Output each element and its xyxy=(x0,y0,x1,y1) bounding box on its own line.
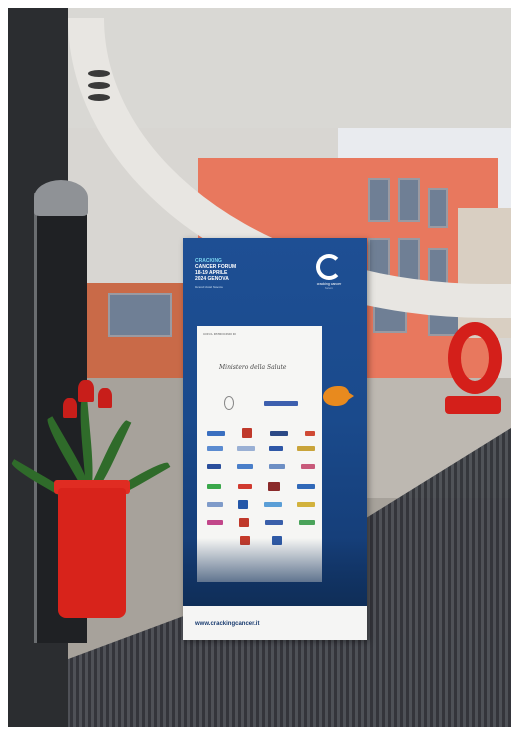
sponsor-row xyxy=(207,396,315,410)
sponsor-logo xyxy=(207,520,223,525)
sponsor-logo xyxy=(296,484,315,489)
sponsor-logo xyxy=(237,464,253,469)
flower-planter-icon xyxy=(9,368,171,502)
sponsor-logo xyxy=(242,428,253,438)
vent xyxy=(88,70,110,77)
sponsor-logo xyxy=(269,464,285,469)
sponsor-logo xyxy=(304,430,315,436)
window xyxy=(108,293,172,337)
ministry-text: Ministero della Salute xyxy=(219,364,287,371)
sponsor-logo xyxy=(265,520,283,525)
sculpture-base xyxy=(445,396,501,414)
sponsor-logo xyxy=(224,396,234,410)
headline-line: 2024 GENOVA xyxy=(195,276,229,282)
red-pot xyxy=(58,488,126,618)
sponsor-logo xyxy=(237,484,252,489)
sponsor-logo xyxy=(207,446,223,451)
sponsor-logo xyxy=(207,502,223,507)
sponsor-logo xyxy=(207,484,221,489)
sponsor-logo xyxy=(263,502,282,507)
crackingcancer-logo-icon xyxy=(316,254,342,280)
sponsor-logo xyxy=(301,464,315,469)
event-banner: CRACKING CANCER FORUM 18-19 APRILE 2024 … xyxy=(183,238,367,640)
sponsor-logo xyxy=(264,400,298,406)
headline-subline: Grand Hotel Savoia xyxy=(195,285,223,289)
flower xyxy=(98,388,112,408)
sponsor-logo xyxy=(269,430,288,436)
sponsor-logo xyxy=(269,446,283,451)
vent xyxy=(88,82,110,89)
flower xyxy=(63,398,77,418)
sponsor-logo xyxy=(296,502,315,507)
sponsor-row xyxy=(207,482,315,491)
sponsor-row xyxy=(207,500,315,509)
sponsor-logo xyxy=(239,518,249,527)
fish-tail xyxy=(345,390,354,402)
sponsor-logo xyxy=(297,446,315,451)
sponsor-logo xyxy=(238,500,249,509)
sponsor-logo xyxy=(237,446,255,451)
sponsor-logo xyxy=(207,464,221,469)
sponsor-row xyxy=(207,428,315,438)
vent xyxy=(88,94,110,101)
sea-graphic xyxy=(183,538,367,606)
red-c-sculpture-icon xyxy=(448,322,502,394)
banner-footer: www.crackingcancer.it xyxy=(183,606,367,640)
banner-headline: CRACKING CANCER FORUM 18-19 APRILE 2024 … xyxy=(195,258,275,290)
brand-logo: cracking cancer forum xyxy=(301,254,357,290)
sponsor-logo xyxy=(207,430,225,436)
footer-url: www.crackingcancer.it xyxy=(195,621,260,627)
sponsor-logo xyxy=(268,482,281,491)
photo: CRACKING CANCER FORUM 18-19 APRILE 2024 … xyxy=(8,8,511,727)
sponsor-row xyxy=(207,518,315,527)
panel-title: CON IL PATROCINIO DI xyxy=(203,332,236,336)
flower xyxy=(78,380,94,402)
sponsor-logo xyxy=(299,520,315,525)
sponsor-row xyxy=(207,464,315,469)
sponsor-row xyxy=(207,446,315,451)
logo-tag: forum xyxy=(325,286,333,290)
wall-lamp xyxy=(34,180,88,216)
